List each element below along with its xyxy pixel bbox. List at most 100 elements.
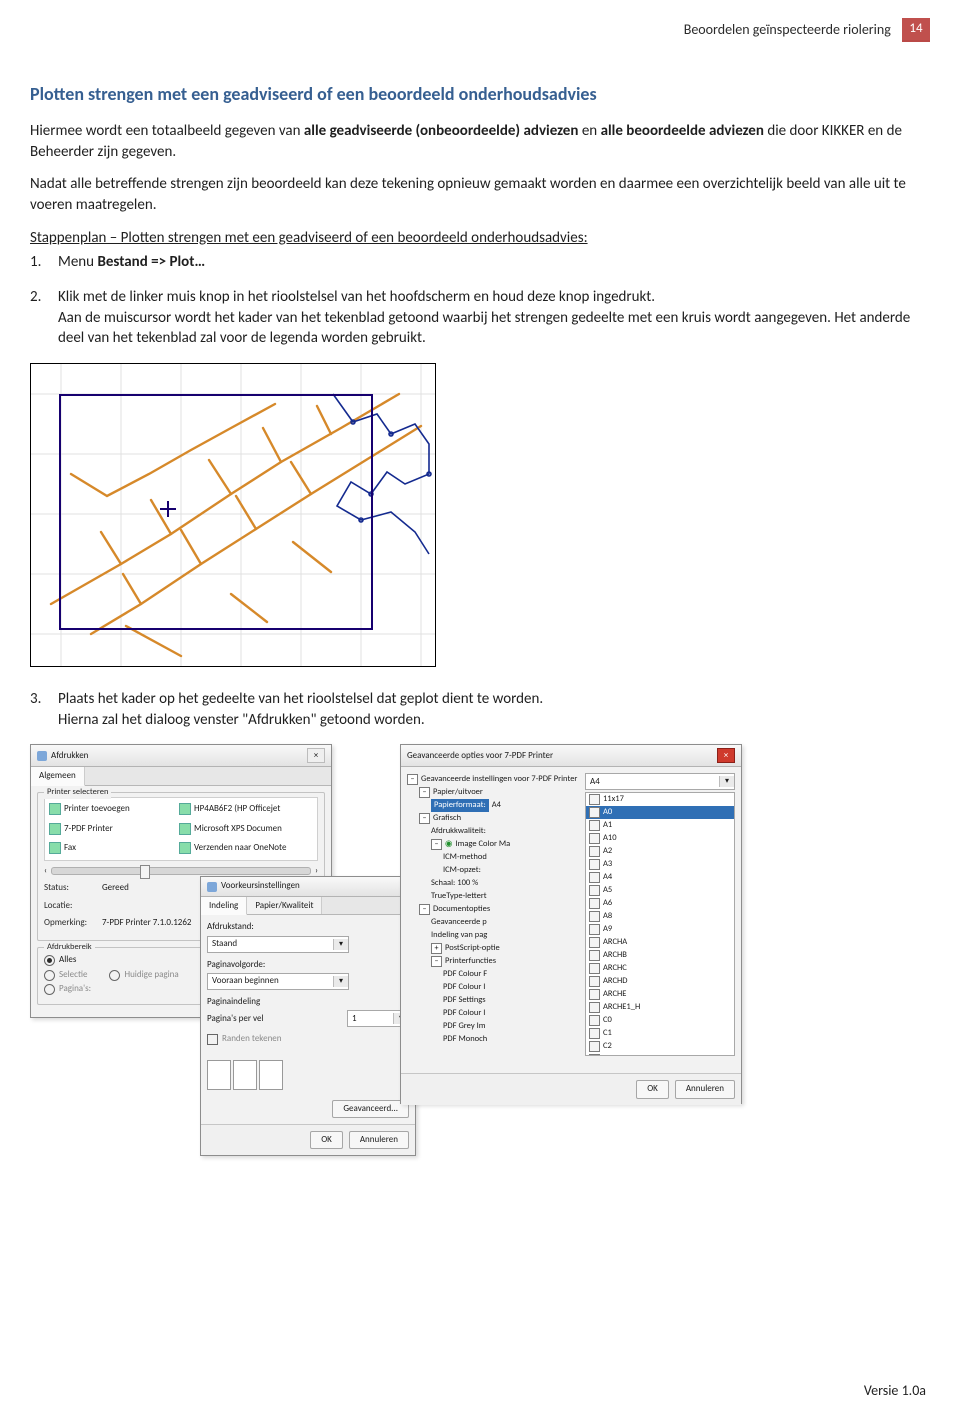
close-button[interactable]: × (717, 748, 735, 763)
option-label: C0 (603, 1014, 612, 1027)
tree-toggle-icon[interactable]: – (431, 839, 442, 850)
close-button[interactable]: × (307, 748, 325, 763)
paper-size-option[interactable]: ARCHA (586, 936, 734, 949)
window-title: Afdrukken (51, 750, 88, 762)
paper-size-option[interactable]: A0 (586, 806, 734, 819)
ok-button[interactable]: OK (310, 1131, 343, 1149)
paper-size-option[interactable]: A1 (586, 819, 734, 832)
tree-toggle-icon[interactable]: – (419, 787, 430, 798)
group-legend: Printer selecteren (44, 787, 111, 799)
tree-toggle-icon[interactable]: – (407, 774, 418, 785)
cancel-button[interactable]: Annuleren (349, 1131, 409, 1149)
draw-borders-checkbox[interactable]: Randen tekenen (207, 1033, 282, 1045)
page-icon (589, 833, 600, 844)
tree-node-selected[interactable]: Papierformaat: (431, 799, 489, 812)
tree-node: Indeling van pag (431, 929, 487, 942)
paper-size-option[interactable]: C0 (586, 1014, 734, 1027)
radio-pages[interactable]: Pagina's: (44, 983, 91, 995)
section-title: Plotten strengen met een geadviseerd of … (30, 82, 930, 107)
paper-size-option[interactable]: ARCHE1_H (586, 1001, 734, 1014)
tabstrip: Algemeen (31, 767, 331, 785)
tree-toggle-icon[interactable]: – (431, 956, 442, 967)
chevron-down-icon: ▾ (719, 776, 734, 787)
running-header-title: Beoordelen geïnspecteerde riolering (684, 20, 899, 39)
printer-item[interactable]: HP4AB6F2 (HP Officejet (194, 803, 280, 815)
printer-item[interactable]: Fax (64, 842, 76, 854)
radio-label: Alles (59, 954, 76, 966)
paper-size-option[interactable]: C1 (586, 1027, 734, 1040)
paper-size-option[interactable]: A9 (586, 923, 734, 936)
page-order-combo[interactable]: Vooraan beginnen▾ (207, 973, 349, 990)
paper-size-option[interactable]: ARCHB (586, 949, 734, 962)
paper-size-option[interactable]: A5 (586, 884, 734, 897)
label: Afdrukstand: (207, 921, 254, 932)
paper-size-option[interactable]: 11x17 (586, 793, 734, 806)
tree-node: TrueType-lettert (431, 890, 487, 903)
tree-toggle-icon[interactable]: – (419, 813, 430, 824)
label: Opmerking: (44, 917, 98, 929)
printer-item[interactable]: Verzenden naar OneNote (194, 842, 286, 854)
printer-list[interactable]: Printer toevoegen HP4AB6F2 (HP Officejet… (44, 797, 318, 861)
option-label: A3 (603, 858, 612, 871)
paper-size-option[interactable]: A4 (586, 871, 734, 884)
advanced-button[interactable]: Geavanceerd... (332, 1100, 409, 1118)
paper-size-option[interactable]: A2 (586, 845, 734, 858)
tree-toggle-icon[interactable]: – (419, 904, 430, 915)
text-bold: alle geadviseerde (onbeoordeelde) adviez… (304, 122, 582, 140)
paper-size-list[interactable]: 11x17A0A1A10A2A3A4A5A6A8A9ARCHAARCHBARCH… (585, 792, 735, 1056)
radio-all[interactable]: Alles (44, 954, 76, 966)
page-icon (589, 872, 600, 883)
option-label: ARCHD (603, 975, 628, 988)
orientation-combo[interactable]: Staand▾ (207, 936, 349, 953)
text: Hiermee wordt een totaalbeeld gegeven va… (30, 122, 304, 140)
paper-size-option[interactable]: A6 (586, 897, 734, 910)
printer-icon (37, 751, 47, 761)
slider-left-icon[interactable]: ‹ (44, 865, 47, 877)
window-title: Geavanceerde opties voor 7-PDF Printer (407, 750, 553, 762)
step-2: Klik met de linker muis knop in het rioo… (30, 287, 930, 349)
page-icon (589, 807, 600, 818)
page-icon (589, 1002, 600, 1013)
paper-size-option[interactable]: ARCHC (586, 962, 734, 975)
tree-node: Papier/uitvoer (433, 786, 483, 799)
label: Locatie: (44, 900, 98, 912)
printer-item[interactable]: 7-PDF Printer (64, 823, 113, 835)
option-label: ARCHE1_H (603, 1001, 640, 1014)
paper-size-option[interactable]: C2 (586, 1040, 734, 1053)
paper-size-option[interactable]: A8 (586, 910, 734, 923)
printer-item[interactable]: Printer toevoegen (64, 803, 130, 815)
tab-paper-quality[interactable]: Papier/Kwaliteit (247, 897, 322, 914)
tree-node: PDF Colour I (443, 981, 485, 994)
page-icon (589, 1054, 600, 1056)
page-icon (589, 976, 600, 987)
page-icon (589, 937, 600, 948)
chevron-down-icon: ▾ (333, 939, 348, 950)
slider[interactable] (51, 867, 311, 875)
label: Pagina's per vel (207, 1013, 264, 1025)
option-label: C2 (603, 1040, 612, 1053)
paper-size-option[interactable]: A10 (586, 832, 734, 845)
option-label: C1 (603, 1027, 612, 1040)
tab-general[interactable]: Algemeen (31, 767, 85, 785)
options-tree[interactable]: –Geavanceerde instellingen voor 7-PDF Pr… (407, 773, 581, 1073)
steps-heading: Stappenplan – Plotten strengen met een g… (30, 228, 930, 249)
slider-right-icon[interactable]: › (315, 865, 318, 877)
figure-map (30, 363, 436, 667)
paper-size-option[interactable]: ARCHE (586, 988, 734, 1001)
tab-layout[interactable]: Indeling (201, 897, 247, 915)
text-bold: Bestand => Plot… (97, 253, 205, 271)
titlebar: Geavanceerde opties voor 7-PDF Printer × (401, 745, 741, 767)
ok-button[interactable]: OK (636, 1080, 669, 1098)
checkbox-label: Randen tekenen (222, 1033, 282, 1045)
paper-size-option[interactable]: A3 (586, 858, 734, 871)
radio-current-page[interactable]: Huidige pagina (109, 969, 178, 981)
printer-item[interactable]: Microsoft XPS Documen (194, 823, 282, 835)
paper-size-option[interactable]: C3 (586, 1053, 734, 1056)
advanced-options-dialog: Geavanceerde opties voor 7-PDF Printer ×… (400, 744, 742, 1104)
radio-selection[interactable]: Selectie (44, 969, 87, 981)
paper-size-option[interactable]: ARCHD (586, 975, 734, 988)
tree-node: PDF Monoch (443, 1033, 487, 1046)
page-icon (589, 898, 600, 909)
cancel-button[interactable]: Annuleren (675, 1080, 735, 1098)
paper-size-combo[interactable]: A4▾ (585, 773, 735, 790)
